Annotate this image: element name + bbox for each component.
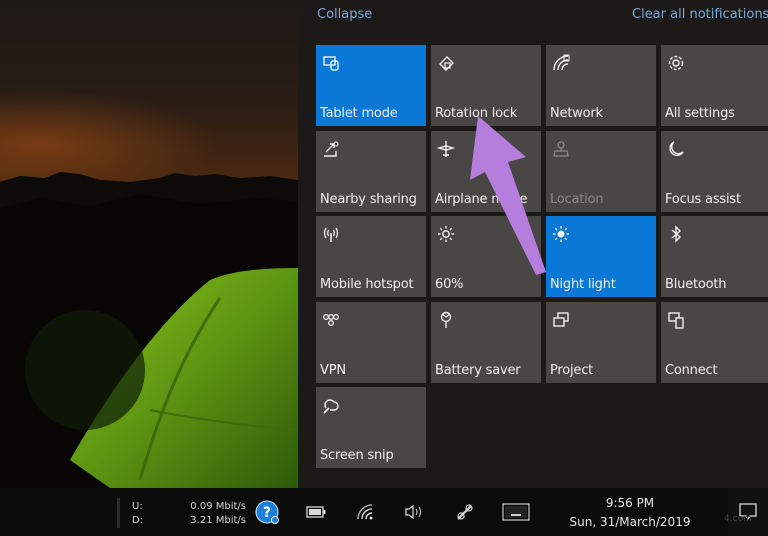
quick-action-project[interactable]: Project: [546, 302, 656, 383]
tile-label: Airplane mode: [435, 192, 528, 207]
desktop-wallpaper: [0, 0, 298, 488]
tile-label: Tablet mode: [320, 106, 398, 121]
sunset-glow: [0, 90, 220, 180]
tile-label: Rotation lock: [435, 106, 518, 121]
quick-action-airplane-mode[interactable]: Airplane mode: [431, 131, 541, 212]
vpn-icon: [321, 310, 341, 330]
airplane-icon: [436, 139, 456, 159]
tile-label: Mobile hotspot: [320, 277, 414, 292]
network-icon: [551, 53, 571, 73]
tablet-mode-icon: [321, 53, 341, 73]
connect-icon: [666, 310, 686, 330]
gear-icon: [666, 53, 686, 73]
bluetooth-icon: [666, 224, 686, 244]
tile-label: Battery saver: [435, 363, 521, 378]
tile-label: Nearby sharing: [320, 192, 417, 207]
tile-label: Screen snip: [320, 448, 394, 463]
taskbar: U: D: 0.09 Mbit/s 3.21 Mbit/s ? 9:56 PM …: [0, 488, 768, 536]
taskbar-separator: [117, 498, 120, 528]
quick-action-brightness[interactable]: 60%: [431, 216, 541, 297]
watermark-text: 4.com: [724, 514, 752, 524]
quick-action-connect[interactable]: Connect: [661, 302, 768, 383]
quick-action-screen-snip[interactable]: Screen snip: [316, 387, 426, 468]
volume-icon[interactable]: [402, 500, 426, 524]
rotation-lock-icon: [436, 53, 456, 73]
svg-text:?: ?: [263, 505, 271, 521]
tile-label: VPN: [320, 363, 346, 378]
brightness-icon: [436, 224, 456, 244]
collapse-button[interactable]: Collapse: [317, 7, 372, 22]
battery-icon[interactable]: [304, 500, 328, 524]
download-speed: 3.21 Mbit/s: [190, 515, 246, 526]
quick-action-mobile-hotspot[interactable]: Mobile hotspot: [316, 216, 426, 297]
tile-label: Bluetooth: [665, 277, 727, 292]
night-light-icon: [551, 224, 571, 244]
action-center-panel: Collapse Clear all notifications Tablet …: [298, 0, 768, 488]
tent-image: [25, 268, 298, 488]
quick-action-tablet-mode[interactable]: Tablet mode: [316, 45, 426, 126]
clear-all-notifications-button[interactable]: Clear all notifications: [632, 7, 768, 22]
upload-speed: 0.09 Mbit/s: [190, 501, 246, 512]
quick-action-bluetooth[interactable]: Bluetooth: [661, 216, 768, 297]
quick-action-night-light[interactable]: Night light: [546, 216, 656, 297]
quick-action-battery-saver[interactable]: Battery saver: [431, 302, 541, 383]
action-center-button[interactable]: [728, 488, 768, 536]
tile-label: All settings: [665, 106, 735, 121]
quick-action-rotation-lock[interactable]: Rotation lock: [431, 45, 541, 126]
clock-time: 9:56 PM: [605, 496, 655, 510]
screen-snip-icon: [321, 395, 341, 415]
tile-label: Project: [550, 363, 594, 378]
quick-action-all-settings[interactable]: All settings: [661, 45, 768, 126]
pen-workspace-icon[interactable]: [453, 500, 477, 524]
project-icon: [551, 310, 571, 330]
upload-label: U:: [132, 501, 143, 512]
tile-label: Network: [550, 106, 603, 121]
quick-action-vpn[interactable]: VPN: [316, 302, 426, 383]
moon-icon: [666, 139, 686, 159]
net-speed-values: 0.09 Mbit/s 3.21 Mbit/s: [176, 500, 246, 528]
quick-action-focus-assist[interactable]: Focus assist: [661, 131, 768, 212]
tile-label: Connect: [665, 363, 718, 378]
wifi-icon[interactable]: [353, 500, 377, 524]
hotspot-icon: [321, 224, 341, 244]
location-icon: [551, 139, 571, 159]
quick-action-network[interactable]: Network: [546, 45, 656, 126]
taskbar-clock[interactable]: 9:56 PM Sun, 31/March/2019: [555, 494, 705, 532]
touch-keyboard-icon[interactable]: [501, 500, 531, 524]
tile-label: Location: [550, 192, 604, 207]
quick-action-nearby-sharing[interactable]: Nearby sharing: [316, 131, 426, 212]
tile-label: Night light: [550, 277, 616, 292]
net-speed-labels: U: D:: [132, 500, 143, 528]
battery-saver-icon: [436, 310, 456, 330]
download-label: D:: [132, 515, 144, 526]
clock-date: Sun, 31/March/2019: [569, 515, 691, 529]
quick-action-location[interactable]: Location: [546, 131, 656, 212]
nearby-sharing-icon: [321, 139, 341, 159]
tile-label: Focus assist: [665, 192, 741, 207]
tile-label: 60%: [435, 277, 464, 292]
help-icon[interactable]: ?: [255, 500, 279, 524]
